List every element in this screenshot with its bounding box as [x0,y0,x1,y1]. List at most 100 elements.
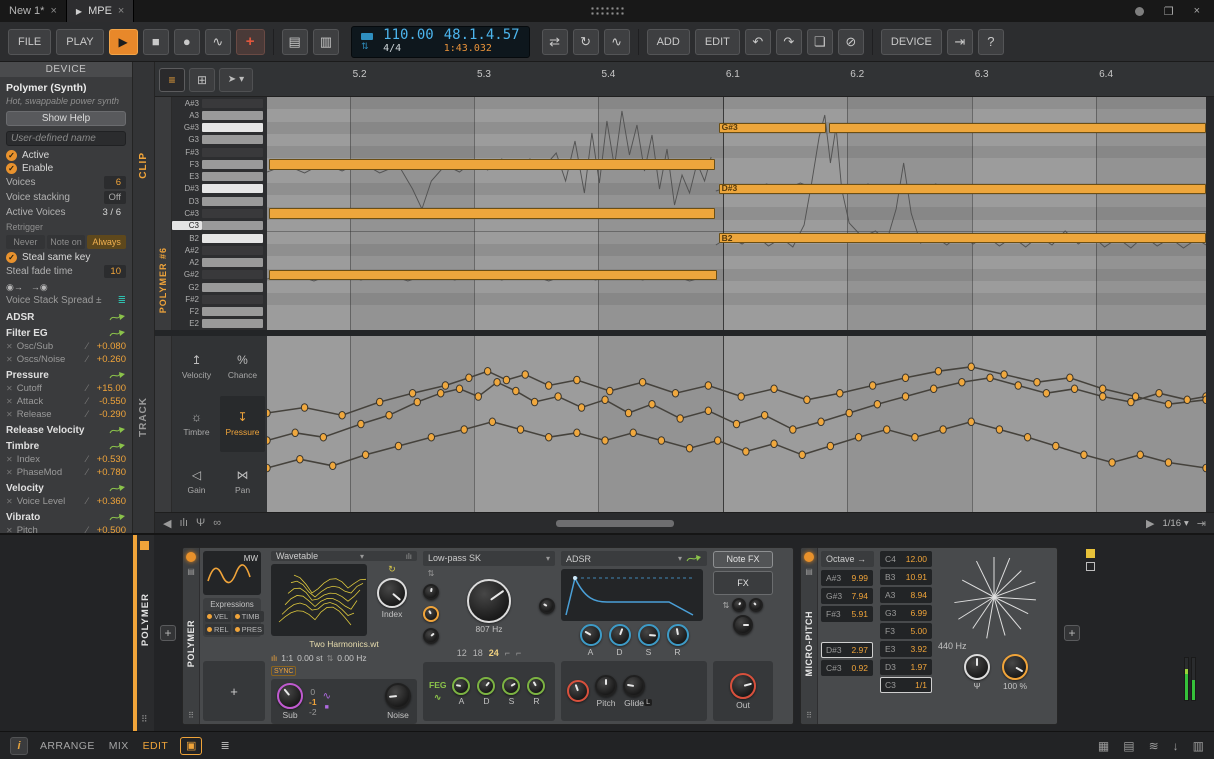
copy-button[interactable]: ❏ [807,29,833,55]
key-F3[interactable]: F3 [172,158,267,170]
note-G#2[interactable] [269,270,717,280]
expression-enable-rel[interactable]: REL [205,624,231,635]
expression-enable-timb[interactable]: TIMB [233,611,264,622]
note-G#3[interactable] [829,123,1206,133]
fold-grid-button[interactable]: ⊞ [189,68,215,92]
reference-pitch-knob[interactable] [964,654,990,680]
tuning-row-c-3[interactable]: C#30.92 [821,660,873,676]
voices-value[interactable]: 6 [104,176,126,189]
user-defined-name-input[interactable]: User-defined name [6,131,126,146]
steal-same-key-toggle[interactable]: ✓ Steal same key [6,252,126,263]
voice-stacking-row[interactable]: Voice stacking Off [6,191,126,204]
modulator-filter-eg[interactable]: Filter EG [6,326,126,340]
tuning-row-f-3[interactable]: F#35.91 [821,606,873,622]
tuning-row-g3[interactable]: G36.99 [880,605,932,621]
oscillator-type-dropdown[interactable]: Wavetable ▾ ılı [271,551,417,561]
record-button[interactable]: ● [174,29,200,55]
mod-route-icon[interactable] [109,513,126,522]
filter-cutoff-knob[interactable] [467,579,511,623]
expression-enable-pres[interactable]: PRES [233,624,264,635]
adsr-knob-d[interactable] [609,624,631,646]
play-button[interactable]: ▶ [109,29,138,55]
pitch-mod-knob[interactable] [595,675,617,697]
drag-handle-icon[interactable]: ⠿ [188,711,194,720]
filter-keytrack-knob[interactable] [423,628,439,644]
note-B2[interactable]: B2 [719,233,1206,243]
key-F#2[interactable]: F#2 [172,293,267,305]
ratio-mode-icon[interactable]: ılı [271,654,277,663]
editor-right-scrollbar[interactable] [1206,97,1214,512]
mod-target-phasemod[interactable]: ✕PhaseMod∕+0.780 [6,466,126,479]
env-curve-icon[interactable]: ⌐ [516,648,521,658]
adsr-envelope-display[interactable] [561,569,703,621]
expression-tab-velocity[interactable]: ↥Velocity [174,338,219,395]
display-profile-icon[interactable]: ▦ [1098,739,1109,753]
remove-target-icon[interactable]: ✕ [6,355,13,364]
mix-value[interactable]: 100 % [1003,682,1027,691]
scrollbar-thumb[interactable] [556,520,674,527]
mod-target-pitch[interactable]: ✕Pitch∕+0.500 [6,524,126,533]
mod-route-icon[interactable] [109,371,126,380]
amp-env-dropdown[interactable]: ADSR ▾ [561,551,707,566]
tuning-row-f3[interactable]: F35.00 [880,623,932,639]
sub-octave--2[interactable]: -2 [309,707,317,717]
filter-slope-18[interactable]: 18 [473,648,483,658]
filter-env-amount-knob[interactable] [423,606,439,622]
sub-octave--1[interactable]: -1 [309,697,317,707]
remove-target-icon[interactable]: ✕ [6,526,13,533]
adsr-knob-r[interactable] [527,677,545,695]
mod-route-icon[interactable] [109,484,126,493]
expression-enable-vel[interactable]: VEL [205,611,231,622]
file-menu-button[interactable]: FILE [8,29,51,55]
filter-slope-24[interactable]: 24 [489,648,499,658]
index-knob[interactable] [377,578,407,608]
nudge-button[interactable]: ⇄ [542,29,568,55]
statusbar-mix[interactable]: MIX [109,740,129,752]
download-icon[interactable]: ↓ [1173,739,1179,753]
sub-knob[interactable] [277,683,303,709]
env-curve-icon[interactable]: ⌐ [505,648,510,658]
modulator-release-velocity[interactable]: Release Velocity [6,423,126,437]
automation-follow-button[interactable]: ∿ [604,29,630,55]
modulation-routing-out-icon[interactable]: →◉ [31,282,48,293]
micro-pitch-device[interactable]: ▤ MICRO-PITCH ⠿ Octave → A#39.99G#37.94F… [800,547,1058,725]
wavetable-display[interactable] [271,564,367,636]
filter-resonance-knob[interactable] [539,598,555,614]
freq-offset-value[interactable]: 0.00 Hz [337,653,366,663]
fx-tab[interactable]: FX [713,571,773,595]
modulator-velocity[interactable]: Velocity [6,481,126,495]
mod-target-voice-level[interactable]: ✕Voice Level∕+0.360 [6,495,126,508]
wavetable-edit-icon[interactable]: ↻ [388,564,396,575]
mod-route-icon[interactable] [109,426,126,435]
polymer-device[interactable]: ▤ POLYMER ⠿ MW Expressions VELTIMBRELPRE… [182,547,794,725]
key-G#3[interactable]: G#3 [172,122,267,134]
note-fx-tab[interactable]: Note FX [713,551,773,568]
meter-mini-icon[interactable]: ılı [179,517,188,529]
overdub-button[interactable]: + [236,29,265,55]
steal-fade-time-value[interactable]: 10 [104,265,126,278]
key-A3[interactable]: A3 [172,109,267,121]
tuning-row-a3[interactable]: A38.94 [880,587,932,603]
sub-sine-shape-icon[interactable]: ∿ [323,691,331,702]
device-menu-button[interactable]: DEVICE [881,29,942,55]
tuning-row-c3[interactable]: C31/1 [880,677,932,693]
browser-panel-icon[interactable]: ▥ [1193,739,1204,753]
glide-legato-toggle[interactable]: L [644,699,652,706]
retrigger-option-never[interactable]: Never [6,235,45,249]
active-toggle[interactable]: ✓ Active [6,150,126,161]
retrigger-option-always[interactable]: Always [87,235,126,249]
modulation-routing-in-icon[interactable]: ◉→ [6,282,23,293]
note-list-view-button[interactable]: ≡ [159,68,185,92]
key-F2[interactable]: F2 [172,305,267,317]
tuning-row-b3[interactable]: B310.91 [880,569,932,585]
retrigger-option-note-on[interactable]: Note on [47,235,86,249]
note-grid[interactable]: G#3D#3B2 [267,97,1206,330]
horizontal-scrollbar[interactable] [229,519,1138,528]
drag-handle-icon[interactable]: ⠿ [141,714,148,725]
tab-close-icon[interactable]: × [50,5,56,17]
project-panel-icon[interactable]: ▤ [1123,739,1134,753]
lane-view-toggle[interactable]: ≣ [214,737,236,755]
note-F3[interactable] [269,159,715,169]
tempo-value[interactable]: 110.00 [383,29,434,42]
song-time[interactable]: 1:43.032 [444,42,492,55]
